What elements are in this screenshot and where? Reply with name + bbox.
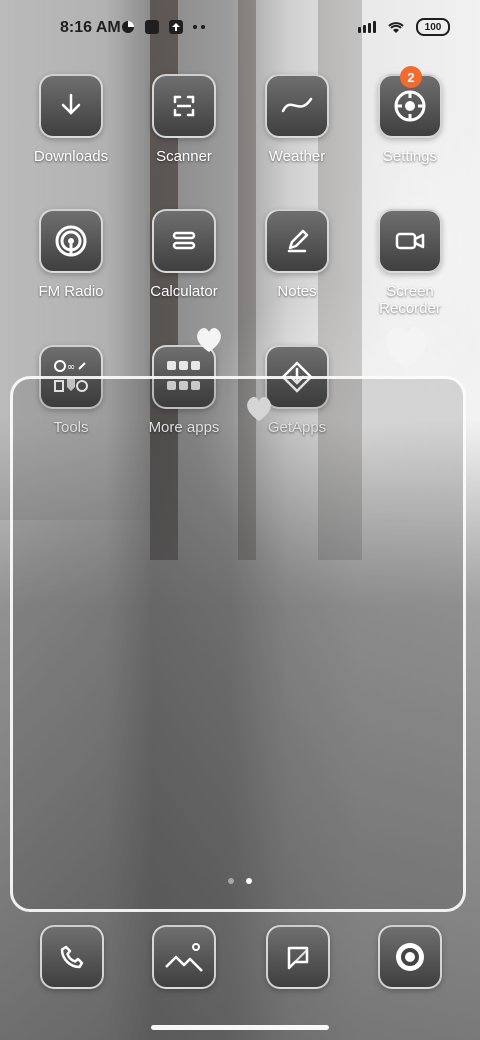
- status-icons-left: [121, 20, 205, 34]
- status-icons-right: 100: [358, 18, 450, 36]
- app-label: Downloads: [33, 148, 109, 165]
- heart-icon: [385, 326, 427, 369]
- app-fm-radio[interactable]: FM Radio: [21, 209, 121, 300]
- status-time: 8:16 AM: [60, 19, 121, 36]
- scanner-icon: [152, 74, 216, 138]
- gear-icon: 2: [378, 66, 442, 138]
- app-screen-recorder[interactable]: Screen Recorder: [360, 209, 460, 317]
- dock-phone[interactable]: [40, 925, 104, 989]
- battery-indicator: 100: [416, 18, 450, 36]
- more-notifications-icon: [201, 25, 205, 29]
- page-indicator[interactable]: [0, 878, 480, 884]
- gallery-icon: [152, 925, 216, 989]
- app-downloads[interactable]: Downloads: [21, 74, 121, 165]
- app-label: Screen Recorder: [379, 283, 441, 317]
- messages-icon: [266, 925, 330, 989]
- radio-icon: [39, 209, 103, 273]
- notes-icon: [265, 209, 329, 273]
- signal-icon: [358, 21, 376, 33]
- gesture-navigation-handle[interactable]: [151, 1025, 329, 1030]
- phone-icon: [40, 925, 104, 989]
- app-settings[interactable]: 2 Settings: [360, 66, 460, 165]
- dock-messages[interactable]: [266, 925, 330, 989]
- notification-badge: 2: [400, 66, 422, 88]
- svg-text:∞: ∞: [67, 362, 75, 373]
- page-dot[interactable]: [228, 878, 234, 884]
- app-label: Calculator: [150, 283, 218, 300]
- app-calculator[interactable]: Calculator: [134, 209, 234, 300]
- data-saver-icon: [122, 21, 134, 33]
- heart-icon: [197, 328, 221, 352]
- wifi-icon: [388, 22, 404, 33]
- page-dot-active[interactable]: [246, 878, 252, 884]
- battery-level: 100: [424, 21, 442, 33]
- upload-icon: [169, 20, 183, 34]
- dock-browser[interactable]: [378, 925, 442, 989]
- app-label: Scanner: [156, 148, 212, 165]
- app-label: Settings: [382, 148, 438, 165]
- browser-icon: [378, 925, 442, 989]
- widget-frame[interactable]: [10, 376, 466, 912]
- dock-gallery[interactable]: [152, 925, 216, 989]
- app-weather[interactable]: Weather: [247, 74, 347, 165]
- status-bar: 8:16 AM 100: [0, 0, 480, 56]
- app-label: Notes: [277, 283, 317, 300]
- video-camera-icon: [378, 209, 442, 273]
- app-label: FM Radio: [38, 283, 104, 300]
- app-notification-icon: [145, 20, 159, 34]
- app-scanner[interactable]: Scanner: [134, 74, 234, 165]
- app-notes[interactable]: Notes: [247, 209, 347, 300]
- app-label: Weather: [268, 148, 326, 165]
- weather-icon: [265, 74, 329, 138]
- download-icon: [39, 74, 103, 138]
- more-notifications-icon: [193, 25, 197, 29]
- calculator-icon: [152, 209, 216, 273]
